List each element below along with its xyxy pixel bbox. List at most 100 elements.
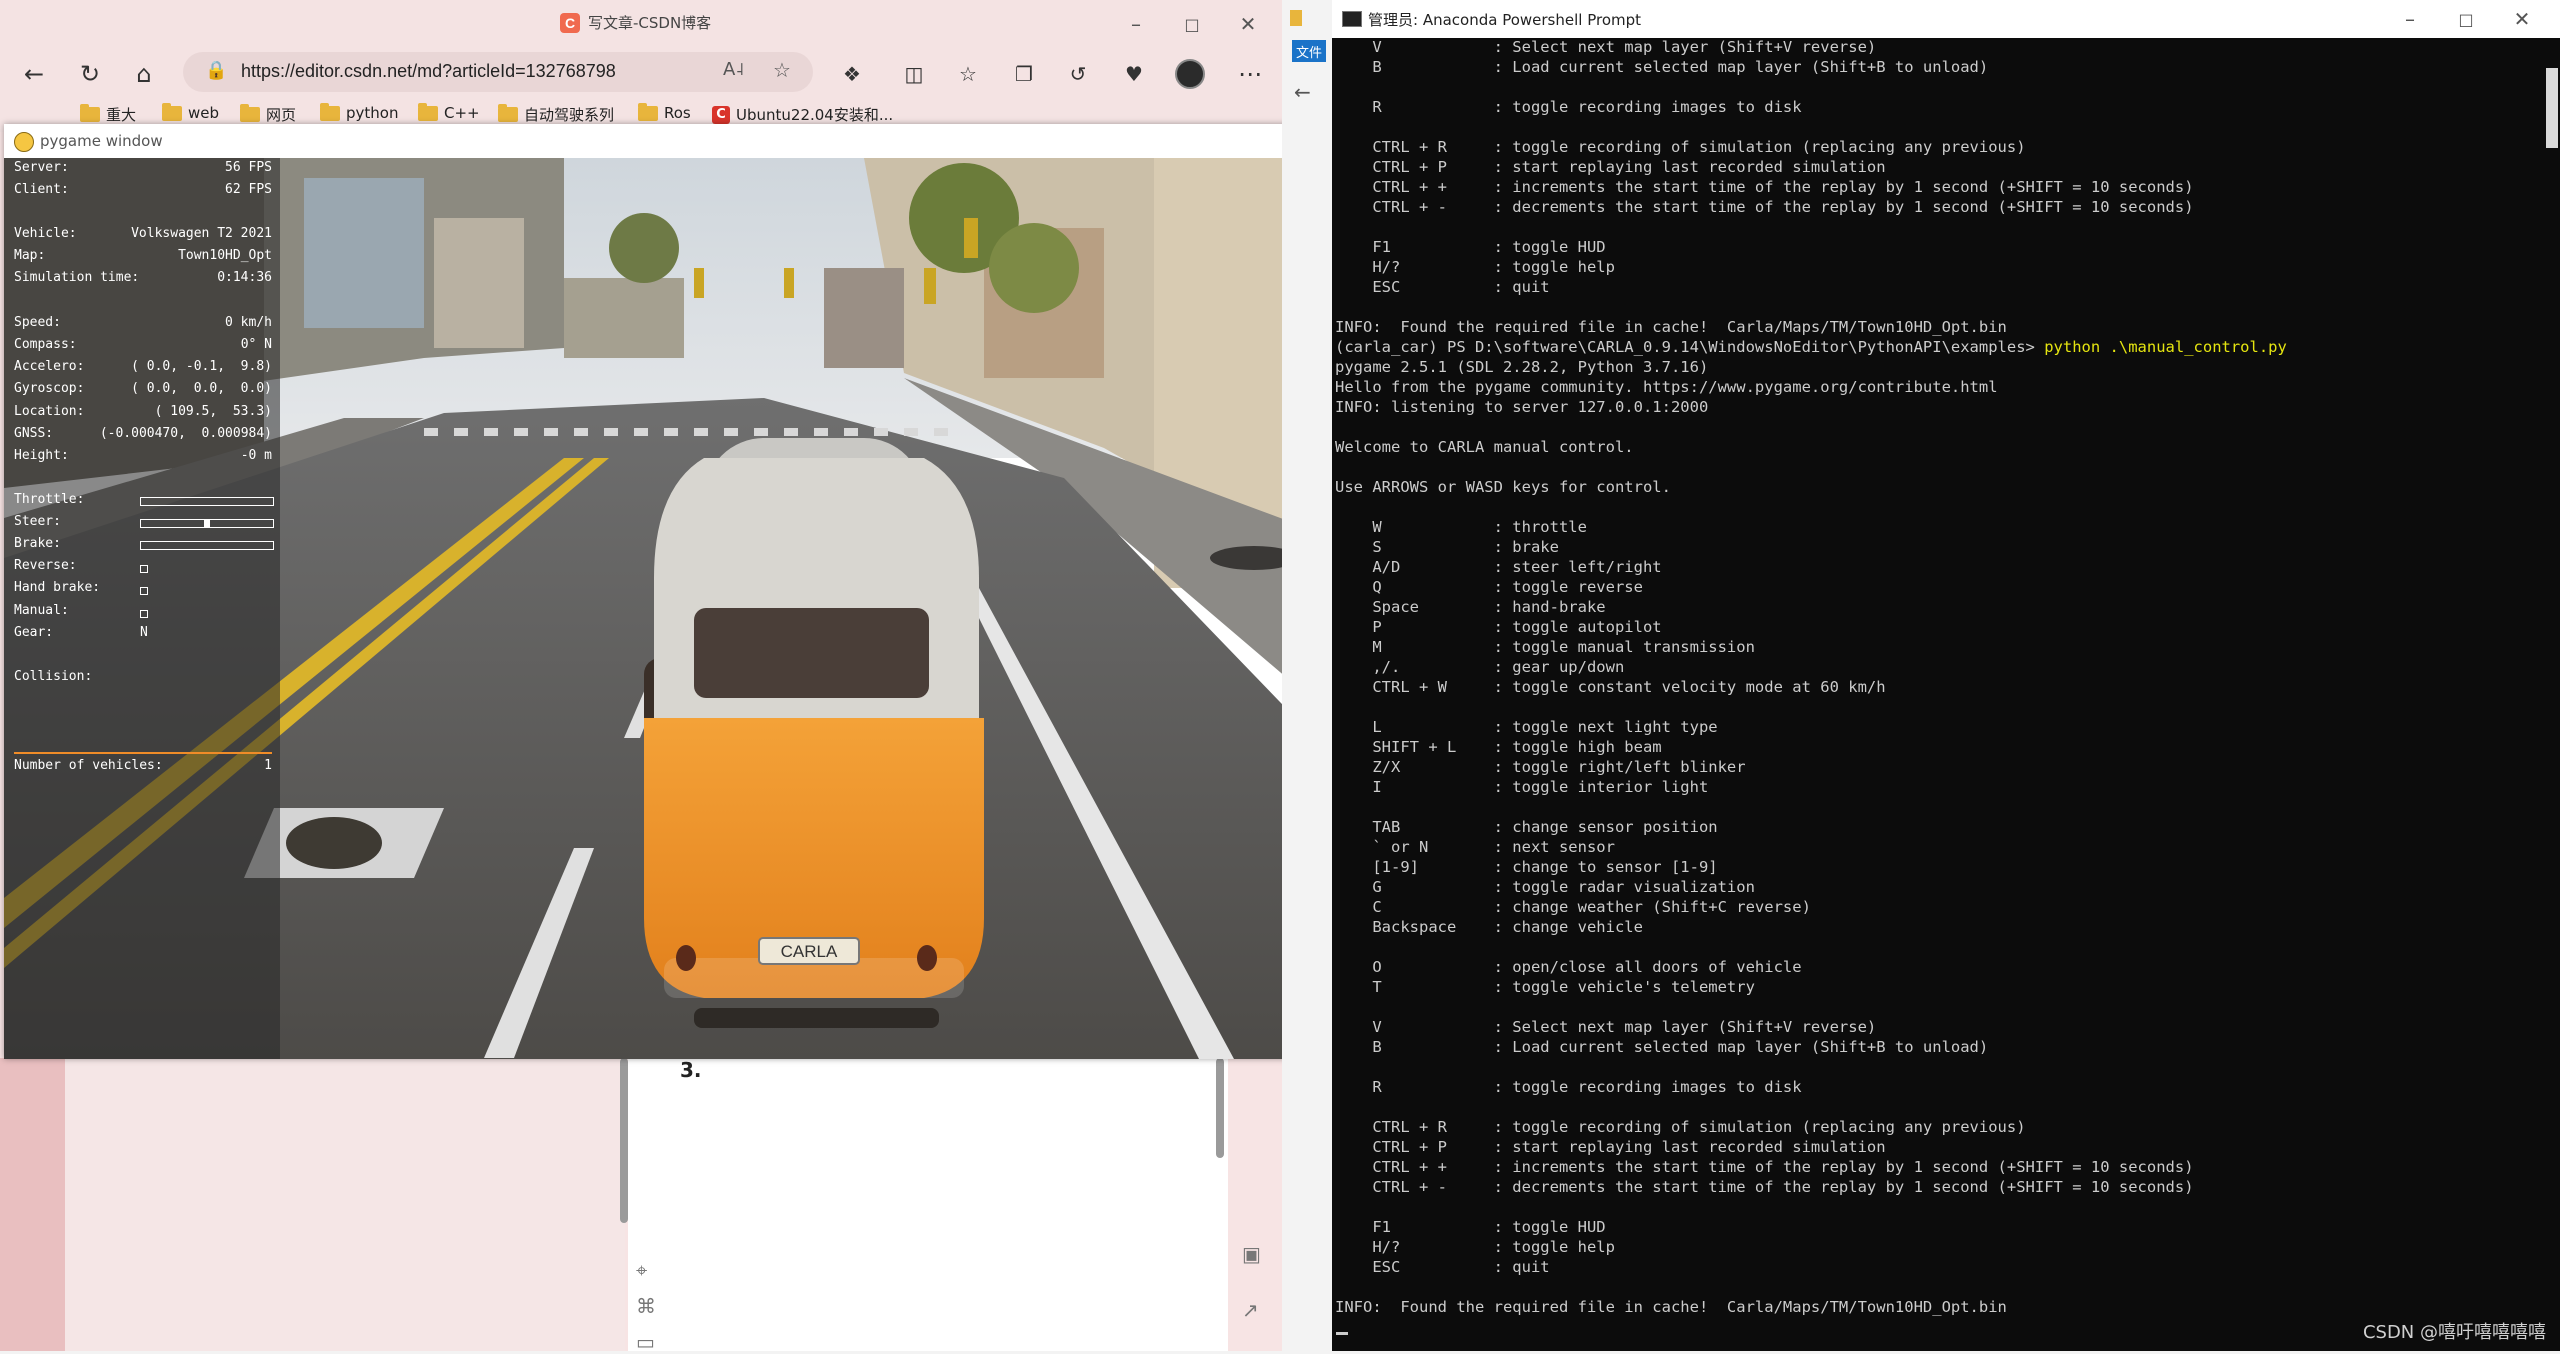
terminal-line: CTRL + R : toggle recording of simulatio… [1335,138,2026,156]
terminal-line: R : toggle recording images to disk [1335,1078,1802,1096]
pygame-logo-icon [14,132,34,152]
terminal-line: ` or N : next sensor [1335,838,1615,856]
terminal-line: O : open/close all doors of vehicle [1335,958,1802,976]
more-menu-icon[interactable]: ⋯ [1232,56,1268,92]
hud-manual-row: Manual: [14,603,272,623]
hud-steer-row: Steer: [14,514,274,534]
editor-preview-pane[interactable]: 3. [628,1058,1228,1351]
split-screen-icon[interactable]: ◫ [896,56,932,92]
refresh-icon[interactable]: ↻ [72,56,108,92]
back-icon[interactable]: ← [1294,80,1311,104]
bookmark-folder[interactable]: python [320,102,398,122]
collections-icon[interactable]: ❐ [1006,56,1042,92]
hud-gnss-row: GNSS: (-0.000470, 0.000984) [14,426,272,441]
browser-tab[interactable]: C 写文章-CSDN博客 [560,12,711,33]
terminal-line: I : toggle interior light [1335,778,1709,796]
home-icon[interactable]: ⌂ [126,56,162,92]
folder-icon [1290,10,1302,26]
bookmark-link[interactable]: C Ubuntu22.04安装和... [712,104,893,125]
back-icon[interactable]: ← [16,56,52,92]
folder-icon [240,104,260,122]
steer-bar [140,519,274,528]
terminal-line: T : toggle vehicle's telemetry [1335,978,1755,996]
terminal-scrollbar[interactable] [2544,38,2560,1351]
file-explorer-window: 文件 ← [1282,0,1332,1351]
scrollbar-thumb[interactable] [2546,68,2558,148]
folder-icon [162,102,182,121]
brake-bar [140,541,274,550]
terminal-line: ESC : quit [1335,278,1550,296]
hud-brake-row: Brake: [14,536,274,556]
minimize-icon[interactable]: – [2394,3,2426,35]
address-bar[interactable]: 🔒 https://editor.csdn.net/md?articleId=1… [183,52,813,92]
bookmark-folder[interactable]: web [162,102,219,122]
favorites-icon[interactable]: ☆ [950,56,986,92]
bookmark-folder[interactable]: 网页 [240,104,296,125]
screenshot-icon[interactable]: ▣ [1242,1242,1261,1266]
ego-vehicle: CARLA [644,438,984,1028]
editor-sidebar [0,1058,65,1351]
hud-simtime-row: Simulation time: 0:14:36 [14,270,272,285]
watermark: CSDN @嘻吁嘻嘻嘻嘻 [2362,1322,2546,1343]
bookmark-folder[interactable]: 自动驾驶系列 [498,104,614,125]
maximize-icon[interactable]: □ [1176,8,1208,40]
lock-icon: 🔒 [205,60,228,81]
terminal-line: L : toggle next light type [1335,718,1718,736]
hud-location-row: Location:( 109.5, 53.3) [14,404,272,419]
preview-list-number: 3. [680,1058,702,1082]
folder-icon [80,104,100,122]
avatar[interactable] [1172,56,1208,92]
terminal-line: CTRL + P : start replaying last recorded… [1335,1138,1886,1156]
terminal-line: Z/X : toggle right/left blinker [1335,758,1746,776]
terminal-line: M : toggle manual transmission [1335,638,1755,656]
browser-tab-title: 写文章-CSDN博客 [588,14,712,32]
close-icon[interactable]: ✕ [2506,3,2538,35]
terminal-line: Backspace : change vehicle [1335,918,1643,936]
terminal-line: Space : hand-brake [1335,598,1606,616]
terminal-line: B : Load current selected map layer (Shi… [1335,1038,1989,1056]
throttle-bar [140,497,274,506]
collision-graph [14,752,272,754]
close-icon[interactable]: ✕ [1232,8,1264,40]
grid-icon[interactable]: ⌘ [636,1294,656,1318]
preview-scrollbar[interactable] [1216,1058,1224,1158]
terminal-title: 管理员: Anaconda Powershell Prompt [1368,11,1642,29]
minimize-icon[interactable]: – [1120,8,1152,40]
terminal-line: pygame 2.5.1 (SDL 2.28.2, Python 3.7.16) [1335,358,1709,376]
layout-icon[interactable]: ▭ [636,1330,655,1354]
terminal-line: F1 : toggle HUD [1335,1218,1606,1236]
add-favorite-icon[interactable]: ☆ [773,58,791,82]
typed-command: python .\manual_control.py [2044,338,2287,356]
explorer-file-tab[interactable]: 文件 [1292,40,1326,62]
pygame-titlebar[interactable]: pygame window [4,124,1334,158]
terminal-line: C : change weather (Shift+C reverse) [1335,898,1811,916]
terminal-line: INFO: listening to server 127.0.0.1:2000 [1335,398,1709,416]
terminal-line: CTRL + P : start replaying last recorded… [1335,158,1886,176]
terminal-output[interactable]: V : Select next map layer (Shift+V rever… [1335,38,2535,1338]
source-scrollbar[interactable] [620,1058,628,1223]
hud-client-row: Client: 62 FPS [14,182,272,197]
share-icon[interactable]: ↗ [1242,1298,1259,1322]
extensions-icon[interactable]: ❖ [834,56,870,92]
pygame-window[interactable]: pygame window CARLA Server: 56 FPS Clien… [4,124,1334,1059]
hud-handbrake-row: Hand brake: [14,580,272,600]
bookmark-folder[interactable]: 重大 [80,104,136,125]
terminal-window[interactable]: 管理员: Anaconda Powershell Prompt – □ ✕ V … [1332,0,2560,1351]
carla-camera-view[interactable]: CARLA Server: 56 FPS Client: 62 FPS Vehicl… [4,158,1334,1059]
performance-icon[interactable]: ♥ [1116,56,1152,92]
locate-icon[interactable]: ⌖ [636,1258,647,1282]
text-cursor [1336,1332,1348,1335]
read-aloud-icon[interactable]: A​˨ [723,59,744,80]
powershell-icon [1342,11,1362,27]
maximize-icon[interactable]: □ [2450,3,2482,35]
terminal-line: CTRL + R : toggle recording of simulatio… [1335,1118,2026,1136]
editor-source-pane[interactable] [65,1058,625,1351]
bookmark-folder[interactable]: C++ [418,102,480,122]
bookmark-folder[interactable]: Ros [638,102,691,122]
history-icon[interactable]: ↺ [1060,56,1096,92]
terminal-line: Q : toggle reverse [1335,578,1643,596]
terminal-titlebar[interactable]: 管理员: Anaconda Powershell Prompt – □ ✕ [1332,0,2560,38]
terminal-line: V : Select next map layer (Shift+V rever… [1335,1018,1877,1036]
terminal-line: INFO: Found the required file in cache! … [1335,1298,2007,1316]
folder-icon [418,102,438,121]
